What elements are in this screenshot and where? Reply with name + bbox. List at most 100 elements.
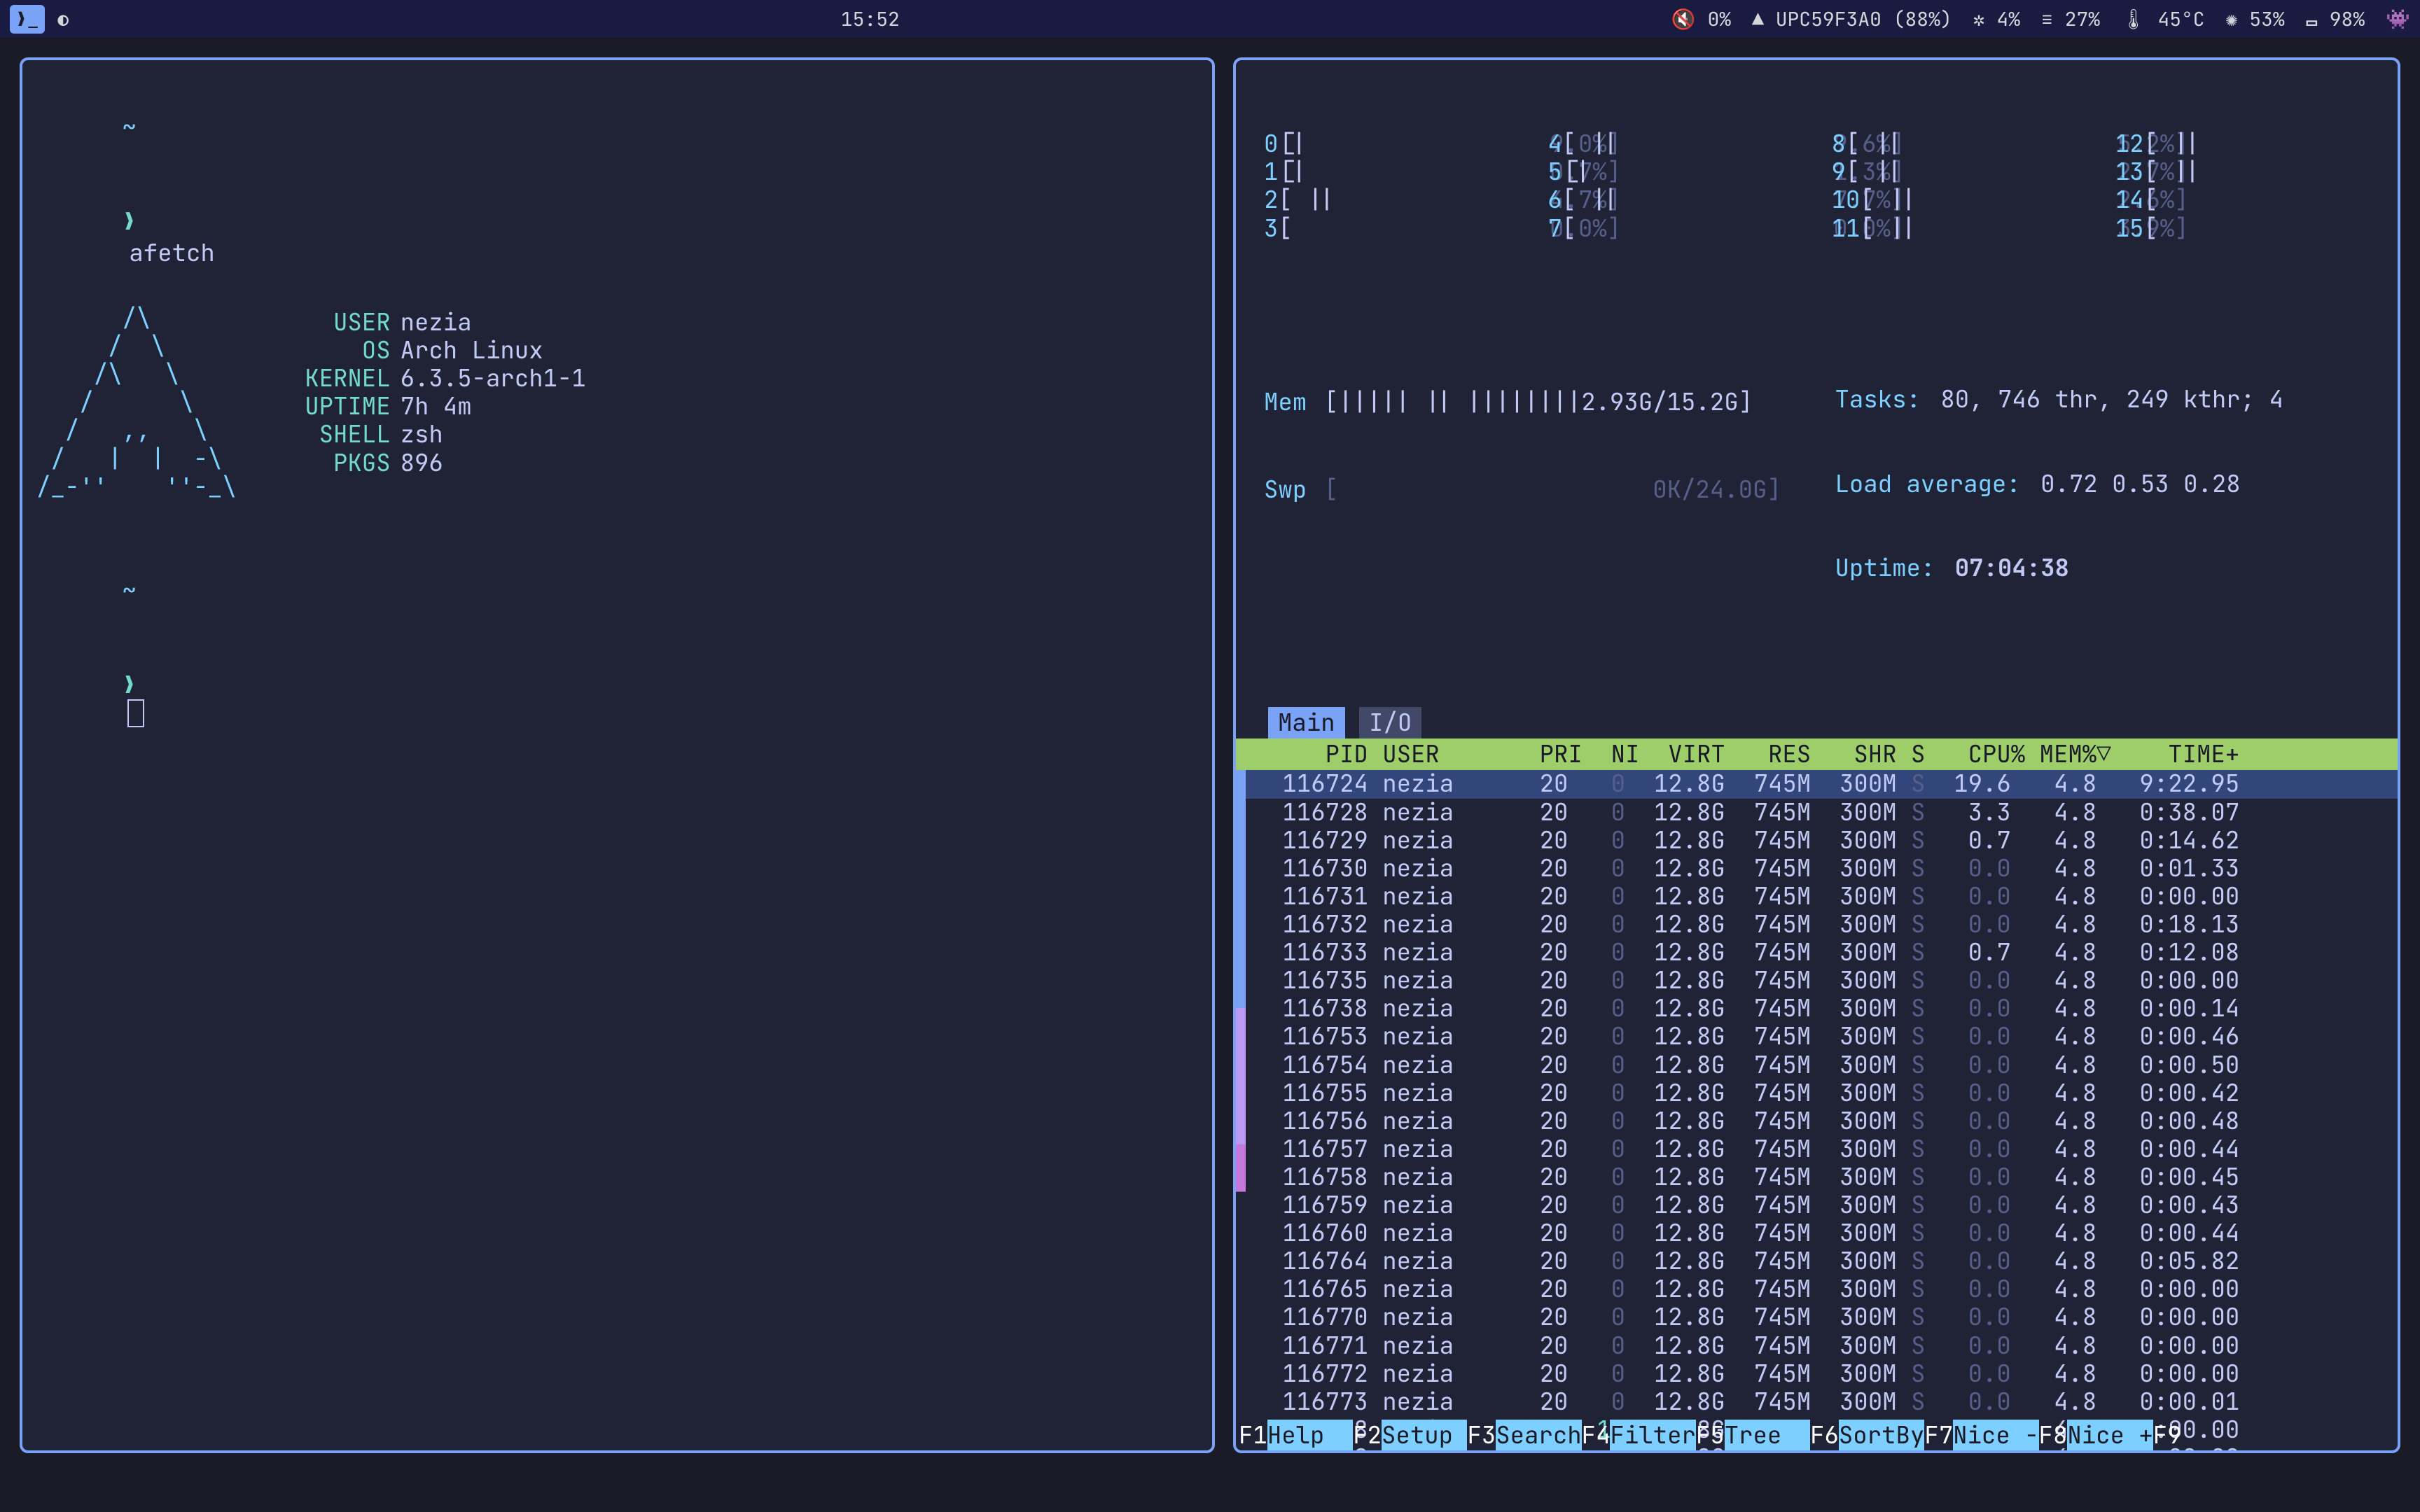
fn-f5[interactable]: F5Tree	[1696, 1422, 1810, 1450]
afetch-val: Arch Linux	[401, 337, 543, 365]
afetch-key: UPTIME	[279, 393, 401, 421]
process-row[interactable]: 116759 nezia 20 0 12.8G 745M 300M S 0.0 …	[1246, 1191, 2398, 1219]
fn-f8[interactable]: F8Nice +	[2039, 1422, 2153, 1450]
fn-f9[interactable]: F9	[2153, 1422, 2182, 1450]
process-row[interactable]: 116771 nezia 20 0 12.8G 745M 300M S 0.0 …	[1246, 1332, 2398, 1360]
prompt-symbol: ❯	[122, 206, 136, 237]
tab-main[interactable]: Main	[1268, 707, 1345, 738]
cpu-meter-10: 10[ || 2.6%]	[1832, 186, 2094, 214]
temp-value: 45°C	[2157, 6, 2204, 32]
tasks-value: 80, 746 thr, 249 kthr; 4	[1940, 386, 2283, 414]
tray-discord-icon[interactable]: 👾	[2386, 6, 2410, 32]
afetch-info: USERneziaOSArch LinuxKERNEL6.3.5-arch1-1…	[279, 309, 586, 501]
process-row[interactable]: 116757 nezia 20 0 12.8G 745M 300M S 0.0 …	[1246, 1135, 2398, 1163]
terminal-left[interactable]: ~ ❯ afetch /\ / \ /\ \ / \ / ,, \ / | | …	[20, 57, 1215, 1453]
afetch-uptime: UPTIME7h 4m	[279, 393, 586, 421]
afetch-val: zsh	[401, 421, 443, 449]
afetch-kernel: KERNEL6.3.5-arch1-1	[279, 365, 586, 393]
cpu-meter-15: 15[ 0.0%]	[2115, 215, 2378, 243]
process-row[interactable]: 116732 nezia 20 0 12.8G 745M 300M S 0.0 …	[1246, 911, 2398, 939]
process-row[interactable]: 116733 nezia 20 0 12.8G 745M 300M S 0.7 …	[1246, 939, 2398, 967]
process-row[interactable]: 116764 nezia 20 0 12.8G 745M 300M S 0.0 …	[1246, 1247, 2398, 1275]
process-row[interactable]: 116755 nezia 20 0 12.8G 745M 300M S 0.0 …	[1246, 1079, 2398, 1107]
process-list[interactable]: 116724 nezia 20 0 12.8G 745M 300M S 19.6…	[1236, 770, 2398, 1450]
cpu-meter-3: 3[ 0.0%]	[1264, 215, 1527, 243]
fn-f2[interactable]: F2Setup	[1353, 1422, 1467, 1450]
loadavg-value: 0.72 0.53 0.28	[2040, 470, 2241, 498]
afetch-key: OS	[279, 337, 401, 365]
wifi-icon: ▲	[1752, 6, 1764, 32]
fan-indicator[interactable]: ✺ 53%	[2226, 6, 2285, 32]
fan-icon: ✺	[2226, 6, 2238, 32]
process-row[interactable]: 116729 nezia 20 0 12.8G 745M 300M S 0.7 …	[1246, 827, 2398, 855]
volume-mute-icon: 🔇	[1671, 6, 1696, 32]
ram-indicator[interactable]: ≡ 27%	[2041, 6, 2100, 32]
function-key-bar: F1Help F2Setup F3SearchF4FilterF5Tree F6…	[1236, 1422, 2398, 1450]
fn-f4[interactable]: F4Filter	[1582, 1422, 1696, 1450]
uptime-label: Uptime:	[1835, 554, 1949, 582]
cpu-meter-7: 7[ 0.0%]	[1548, 215, 1810, 243]
process-header[interactable]: PID USER PRI NI VIRT RES SHR S CPU% MEM%…	[1236, 738, 2398, 770]
process-row[interactable]: 116758 nezia 20 0 12.8G 745M 300M S 0.0 …	[1246, 1163, 2398, 1191]
cpu-meter-4: 4[ || 9.6%]	[1548, 130, 1810, 158]
process-row[interactable]: 116770 nezia 20 0 12.8G 745M 300M S 0.0 …	[1246, 1303, 2398, 1331]
process-row[interactable]: 116772 nezia 20 0 12.8G 745M 300M S 0.0 …	[1246, 1360, 2398, 1388]
process-row[interactable]: 116724 nezia 20 0 12.8G 745M 300M S 19.6…	[1246, 770, 2398, 798]
fn-f1[interactable]: F1Help	[1239, 1422, 1353, 1450]
tasks-label: Tasks:	[1835, 386, 1935, 414]
ram-value: 27%	[2065, 6, 2100, 32]
workspace-icon[interactable]: ◐	[57, 6, 69, 32]
volume-value: 0%	[1707, 6, 1731, 32]
volume-indicator[interactable]: 🔇 0%	[1671, 6, 1731, 32]
afetch-os: OSArch Linux	[279, 337, 586, 365]
fn-f6[interactable]: F6SortBy	[1810, 1422, 1924, 1450]
process-row[interactable]: 116728 nezia 20 0 12.8G 745M 300M S 3.3 …	[1246, 799, 2398, 827]
status-bar: ❯_ ◐ 15:52 🔇 0% ▲ UPC59F3A0 (88%) ✲ 4% ≡…	[0, 0, 2420, 38]
mem-bar: [||||| || ||||||||2.93G/15.2G]	[1324, 388, 1807, 416]
cpu-meter-8: 8[ || 5.2%]	[1832, 130, 2094, 158]
cpu-meter-14: 14[ 0.0%]	[2115, 186, 2378, 214]
process-row[interactable]: 116765 nezia 20 0 12.8G 745M 300M S 0.0 …	[1246, 1275, 2398, 1303]
fn-f3[interactable]: F3Search	[1467, 1422, 1581, 1450]
cpu-icon: ✲	[1973, 6, 1985, 32]
cpu-meter-1: 1[| 0.7%]	[1264, 158, 1527, 186]
terminal-right-htop[interactable]: 0[| 9.0%]4[ || 9.6%]8[ || 5.2%]12[ || 2.…	[1233, 57, 2400, 1453]
battery-indicator[interactable]: ▭ 98%	[2306, 6, 2365, 32]
afetch-key: KERNEL	[279, 365, 401, 393]
prompt-symbol: ❯	[122, 669, 136, 701]
swap-bar: [ 0K/24.0G]	[1324, 476, 1807, 504]
temp-indicator[interactable]: 🌡 45°C	[2121, 6, 2205, 32]
cpu-meters: 0[| 9.0%]4[ || 9.6%]8[ || 5.2%]12[ || 2.…	[1264, 130, 2378, 242]
process-row[interactable]: 116753 nezia 20 0 12.8G 745M 300M S 0.0 …	[1246, 1023, 2398, 1051]
process-row[interactable]: 116760 nezia 20 0 12.8G 745M 300M S 0.0 …	[1246, 1219, 2398, 1247]
ram-icon: ≡	[2041, 6, 2053, 32]
afetch-val: 6.3.5-arch1-1	[401, 365, 586, 393]
uptime-value: 07:04:38	[1955, 554, 2069, 582]
process-row[interactable]: 116773 nezia 20 0 12.8G 745M 300M S 0.0 …	[1246, 1388, 2398, 1416]
afetch-val: 7h 4m	[401, 393, 472, 421]
fan-value: 53%	[2249, 6, 2284, 32]
loadavg-label: Load average:	[1835, 470, 2036, 498]
process-row[interactable]: 116735 nezia 20 0 12.8G 745M 300M S 0.0 …	[1246, 967, 2398, 995]
htop-tabs: Main I/O	[1236, 707, 2398, 738]
afetch-shell: SHELLzsh	[279, 421, 586, 449]
mem-label: Mem	[1264, 388, 1324, 416]
process-row[interactable]: 116738 nezia 20 0 12.8G 745M 300M S 0.0 …	[1246, 995, 2398, 1023]
cpu-indicator[interactable]: ✲ 4%	[1973, 6, 2020, 32]
afetch-ascii-logo: /\ / \ /\ \ / \ / ,, \ / | | -\ /_-'' ''…	[36, 304, 237, 501]
process-row[interactable]: 116731 nezia 20 0 12.8G 745M 300M S 0.0 …	[1246, 883, 2398, 911]
cpu-meter-0: 0[| 9.0%]	[1264, 130, 1527, 158]
process-row[interactable]: 116754 nezia 20 0 12.8G 745M 300M S 0.0 …	[1246, 1051, 2398, 1079]
wifi-indicator[interactable]: ▲ UPC59F3A0 (88%)	[1752, 6, 1952, 32]
tab-io[interactable]: I/O	[1359, 707, 1421, 738]
cpu-meter-5: 5[| 1.3%]	[1548, 158, 1810, 186]
cursor[interactable]	[129, 701, 143, 726]
swap-label: Swp	[1264, 476, 1324, 504]
cpu-meter-2: 2[ || 4.7%]	[1264, 186, 1527, 214]
process-row[interactable]: 116756 nezia 20 0 12.8G 745M 300M S 0.0 …	[1246, 1107, 2398, 1135]
command-text: afetch	[129, 237, 214, 269]
workspace-active-icon[interactable]: ❯_	[10, 5, 45, 34]
scrollbar[interactable]	[1236, 770, 1246, 1450]
fn-f7[interactable]: F7Nice -	[1924, 1422, 2038, 1450]
process-row[interactable]: 116730 nezia 20 0 12.8G 745M 300M S 0.0 …	[1246, 855, 2398, 883]
